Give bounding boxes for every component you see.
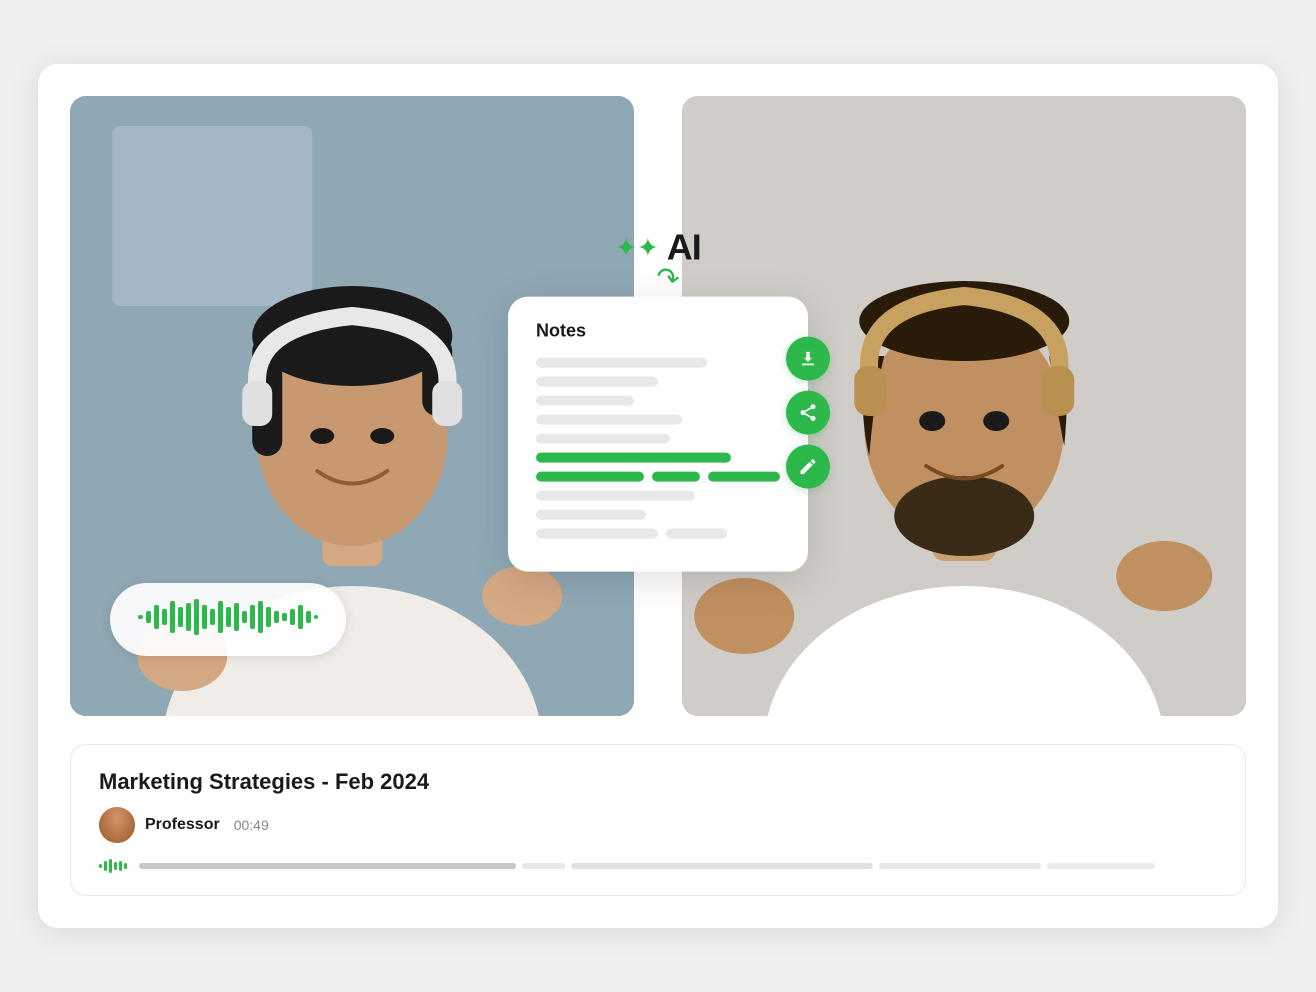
professor-name: Professor bbox=[145, 816, 220, 834]
note-line-highlight bbox=[652, 472, 700, 482]
edit-button[interactable] bbox=[786, 445, 830, 489]
avatar bbox=[99, 807, 135, 843]
note-line bbox=[536, 377, 658, 387]
note-line-row bbox=[536, 529, 780, 539]
arrow-icon: ↷ bbox=[654, 263, 682, 295]
note-line-highlight bbox=[708, 472, 780, 482]
notes-card: Notes bbox=[508, 297, 808, 572]
waveform-pill bbox=[110, 583, 346, 656]
sparkle-icon: ✦✦ bbox=[615, 235, 659, 261]
progress-segment bbox=[571, 863, 873, 869]
note-line-highlight bbox=[536, 472, 644, 482]
progress-segment bbox=[139, 863, 516, 869]
download-button[interactable] bbox=[786, 337, 830, 381]
note-line bbox=[536, 434, 670, 444]
progress-segment bbox=[879, 863, 1041, 869]
note-line bbox=[666, 529, 727, 539]
user-row: Professor 00:49 bbox=[99, 807, 1217, 843]
action-buttons bbox=[786, 337, 830, 489]
note-line-highlight bbox=[536, 453, 731, 463]
notes-title: Notes bbox=[536, 321, 780, 342]
progress-segment bbox=[522, 863, 565, 869]
waveform-icon bbox=[138, 597, 318, 642]
progress-bar-container[interactable] bbox=[139, 863, 1217, 869]
ai-notes-overlay: ✦✦ AI ↷ Notes bbox=[508, 227, 808, 572]
progress-segment bbox=[1047, 863, 1155, 869]
avatar-image bbox=[99, 807, 135, 843]
note-line bbox=[536, 529, 658, 539]
note-line bbox=[536, 491, 695, 501]
progress-row[interactable] bbox=[99, 857, 1217, 875]
note-line bbox=[536, 396, 634, 406]
video-section: ✦✦ AI ↷ Notes bbox=[70, 96, 1246, 716]
note-line-row bbox=[536, 472, 780, 482]
recording-title: Marketing Strategies - Feb 2024 bbox=[99, 769, 1217, 795]
timestamp: 00:49 bbox=[234, 817, 269, 833]
note-line bbox=[536, 415, 682, 425]
note-line bbox=[536, 358, 707, 368]
share-button[interactable] bbox=[786, 391, 830, 435]
note-line bbox=[536, 510, 646, 520]
main-card: ✦✦ AI ↷ Notes bbox=[38, 64, 1278, 928]
recording-section: Marketing Strategies - Feb 2024 Professo… bbox=[70, 744, 1246, 896]
mini-waveform-icon bbox=[99, 857, 127, 875]
